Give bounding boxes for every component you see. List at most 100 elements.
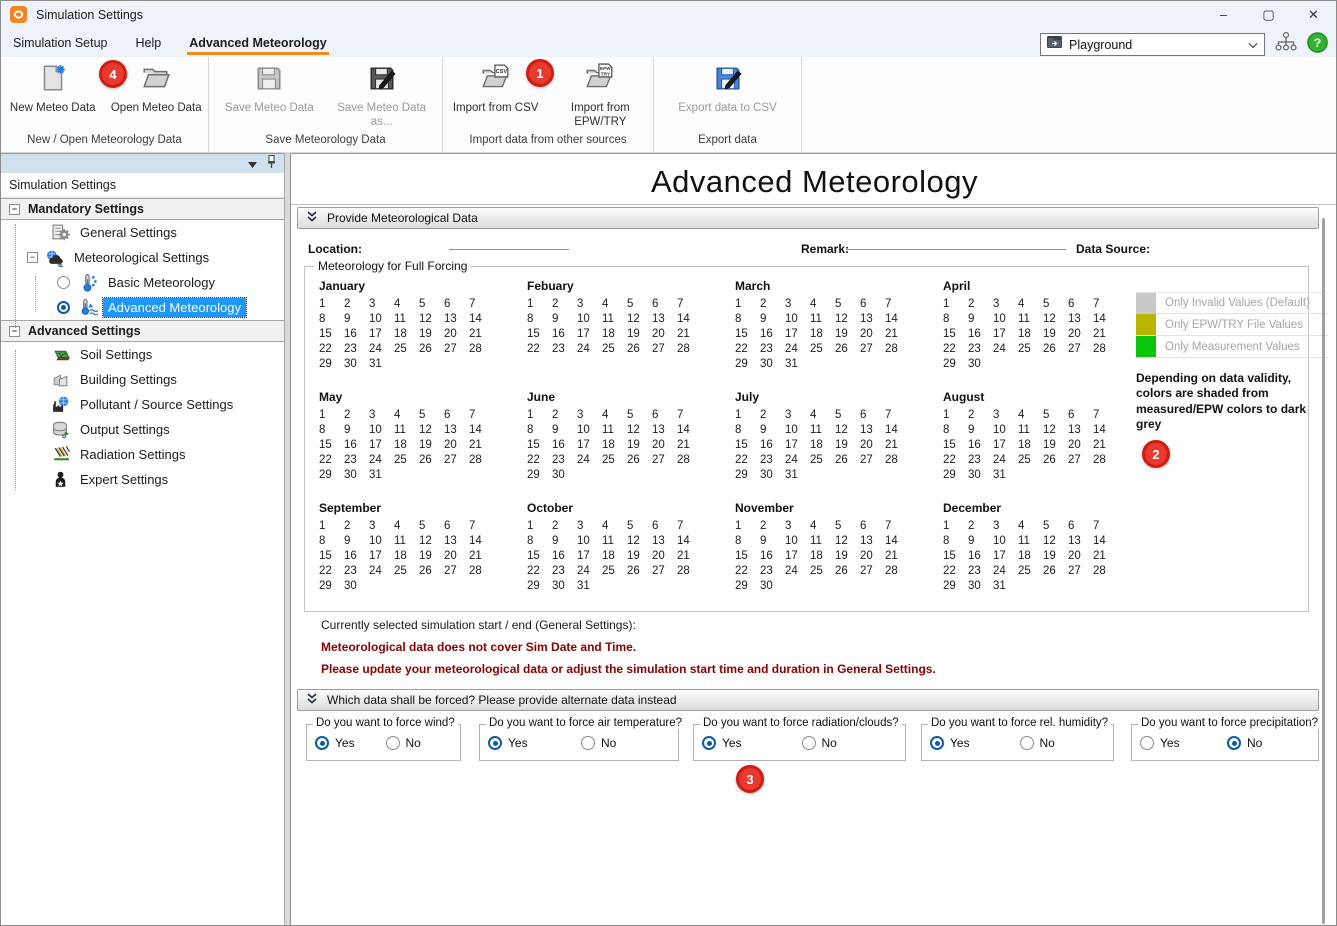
day-cell[interactable]: 30 bbox=[968, 358, 993, 373]
day-cell[interactable]: 1 bbox=[735, 520, 760, 535]
day-cell[interactable]: 28 bbox=[469, 565, 494, 580]
day-cell[interactable]: 27 bbox=[444, 565, 469, 580]
day-cell[interactable]: 13 bbox=[1068, 535, 1093, 550]
day-cell[interactable]: 25 bbox=[1018, 565, 1043, 580]
radio-yes-selected[interactable] bbox=[488, 736, 502, 750]
day-cell[interactable]: 2 bbox=[760, 520, 785, 535]
day-cell[interactable]: 6 bbox=[1068, 298, 1093, 313]
day-cell[interactable]: 21 bbox=[469, 550, 494, 565]
day-cell[interactable]: 29 bbox=[735, 358, 760, 373]
day-cell[interactable]: 18 bbox=[1018, 550, 1043, 565]
day-cell[interactable]: 5 bbox=[627, 409, 652, 424]
day-cell[interactable]: 12 bbox=[1043, 535, 1068, 550]
day-cell[interactable]: 12 bbox=[627, 535, 652, 550]
day-cell[interactable]: 23 bbox=[344, 454, 369, 469]
day-cell[interactable]: 18 bbox=[602, 328, 627, 343]
radio-no[interactable] bbox=[1020, 736, 1034, 750]
day-cell[interactable]: 18 bbox=[1018, 328, 1043, 343]
day-cell[interactable]: 6 bbox=[860, 520, 885, 535]
day-cell[interactable]: 22 bbox=[735, 343, 760, 358]
day-cell[interactable]: 6 bbox=[1068, 520, 1093, 535]
day-cell[interactable]: 5 bbox=[419, 298, 444, 313]
day-cell[interactable]: 12 bbox=[419, 313, 444, 328]
day-cell[interactable]: 2 bbox=[344, 520, 369, 535]
day-cell[interactable]: 11 bbox=[602, 424, 627, 439]
day-cell[interactable]: 6 bbox=[860, 298, 885, 313]
day-cell[interactable]: 12 bbox=[419, 424, 444, 439]
day-cell[interactable]: 23 bbox=[968, 343, 993, 358]
day-cell[interactable]: 22 bbox=[527, 454, 552, 469]
day-cell[interactable]: 12 bbox=[627, 424, 652, 439]
day-cell[interactable]: 6 bbox=[652, 409, 677, 424]
day-cell[interactable]: 25 bbox=[1018, 343, 1043, 358]
day-cell[interactable]: 9 bbox=[552, 535, 577, 550]
day-cell[interactable]: 18 bbox=[394, 439, 419, 454]
day-cell[interactable]: 4 bbox=[394, 520, 419, 535]
day-cell[interactable]: 26 bbox=[419, 565, 444, 580]
day-cell[interactable]: 19 bbox=[835, 328, 860, 343]
day-cell[interactable]: 26 bbox=[627, 454, 652, 469]
day-cell[interactable]: 18 bbox=[810, 550, 835, 565]
day-cell[interactable]: 20 bbox=[860, 550, 885, 565]
day-cell[interactable]: 28 bbox=[1093, 343, 1118, 358]
day-cell[interactable]: 19 bbox=[419, 328, 444, 343]
day-cell[interactable]: 5 bbox=[835, 409, 860, 424]
day-cell[interactable]: 14 bbox=[1093, 313, 1118, 328]
menu-simulation-setup[interactable]: Simulation Setup bbox=[11, 30, 110, 55]
force-option-yes[interactable]: Yes bbox=[488, 736, 581, 750]
day-cell[interactable]: 4 bbox=[602, 409, 627, 424]
day-cell[interactable]: 18 bbox=[810, 439, 835, 454]
day-cell[interactable]: 4 bbox=[394, 409, 419, 424]
day-cell[interactable]: 6 bbox=[652, 520, 677, 535]
sidebar-item-pollutant-source-settings[interactable]: Pollutant / Source Settings bbox=[1, 392, 284, 417]
day-cell[interactable]: 21 bbox=[885, 439, 910, 454]
day-cell[interactable]: 22 bbox=[319, 454, 344, 469]
collapse-box-icon[interactable]: − bbox=[27, 252, 38, 263]
day-cell[interactable]: 14 bbox=[469, 424, 494, 439]
day-cell[interactable]: 11 bbox=[1018, 535, 1043, 550]
day-cell[interactable]: 3 bbox=[369, 409, 394, 424]
day-cell[interactable]: 27 bbox=[1068, 454, 1093, 469]
day-cell[interactable]: 7 bbox=[885, 298, 910, 313]
day-cell[interactable]: 29 bbox=[527, 580, 552, 595]
day-cell[interactable]: 5 bbox=[1043, 409, 1068, 424]
day-cell[interactable]: 2 bbox=[968, 298, 993, 313]
sidebar-item-meteorological-settings[interactable]: −Meteorological Settings bbox=[1, 245, 284, 270]
day-cell[interactable]: 8 bbox=[319, 424, 344, 439]
day-cell[interactable]: 24 bbox=[577, 565, 602, 580]
day-cell[interactable]: 18 bbox=[602, 550, 627, 565]
day-cell[interactable]: 21 bbox=[1093, 328, 1118, 343]
day-cell[interactable]: 8 bbox=[319, 313, 344, 328]
day-cell[interactable]: 11 bbox=[394, 535, 419, 550]
day-cell[interactable]: 22 bbox=[319, 343, 344, 358]
day-cell[interactable]: 10 bbox=[577, 424, 602, 439]
day-cell[interactable]: 15 bbox=[319, 439, 344, 454]
day-cell[interactable]: 19 bbox=[1043, 328, 1068, 343]
day-cell[interactable]: 26 bbox=[627, 343, 652, 358]
day-cell[interactable]: 1 bbox=[319, 409, 344, 424]
day-cell[interactable]: 7 bbox=[469, 409, 494, 424]
section-provide-meteorological-data[interactable]: Provide Meteorological Data bbox=[297, 207, 1319, 229]
day-cell[interactable]: 17 bbox=[785, 328, 810, 343]
day-cell[interactable]: 7 bbox=[1093, 298, 1118, 313]
radio-no[interactable] bbox=[581, 736, 595, 750]
day-cell[interactable]: 14 bbox=[885, 424, 910, 439]
day-cell[interactable]: 15 bbox=[527, 550, 552, 565]
force-option-yes[interactable]: Yes bbox=[930, 736, 1020, 750]
day-cell[interactable]: 23 bbox=[552, 565, 577, 580]
radio-yes-selected[interactable] bbox=[702, 736, 716, 750]
day-cell[interactable]: 14 bbox=[677, 313, 702, 328]
day-cell[interactable]: 27 bbox=[444, 343, 469, 358]
day-cell[interactable]: 3 bbox=[577, 298, 602, 313]
day-cell[interactable]: 14 bbox=[469, 313, 494, 328]
day-cell[interactable]: 3 bbox=[785, 409, 810, 424]
day-cell[interactable]: 8 bbox=[943, 424, 968, 439]
day-cell[interactable]: 15 bbox=[943, 439, 968, 454]
day-cell[interactable]: 9 bbox=[760, 313, 785, 328]
day-cell[interactable]: 30 bbox=[760, 580, 785, 595]
force-option-yes[interactable]: Yes bbox=[315, 736, 386, 750]
day-cell[interactable]: 9 bbox=[760, 424, 785, 439]
force-option-no[interactable]: No bbox=[802, 736, 902, 750]
day-cell[interactable]: 16 bbox=[552, 328, 577, 343]
day-cell[interactable]: 24 bbox=[993, 343, 1018, 358]
